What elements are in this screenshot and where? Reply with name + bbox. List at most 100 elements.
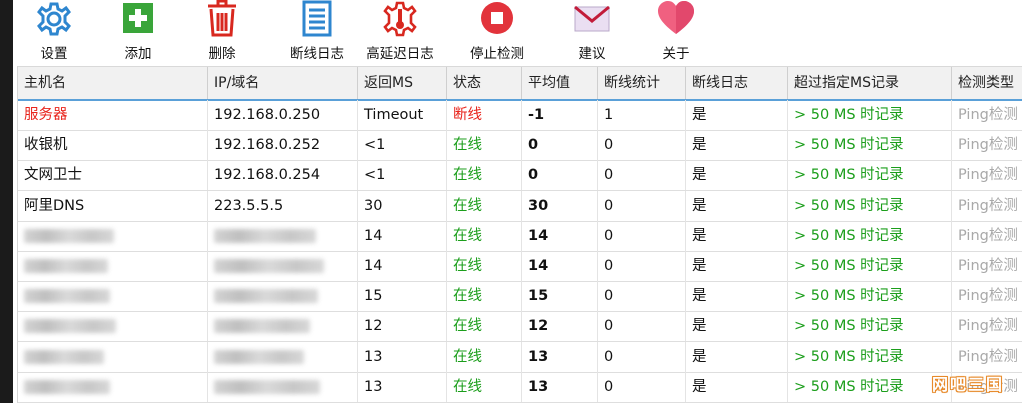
- log-document-icon: [297, 0, 337, 38]
- cell-ms: 15: [358, 281, 447, 312]
- high-latency-log-label: 高延迟日志: [366, 46, 434, 62]
- column-header-ms[interactable]: 返回MS: [358, 67, 447, 99]
- cell-drop-log: 是: [686, 281, 788, 312]
- cell-check-type: Ping检测: [952, 130, 1022, 160]
- suggestion-label: 建议: [578, 46, 606, 62]
- cell-over-threshold: > 50 MS 时记录: [788, 371, 952, 402]
- cell-average: 14: [522, 251, 598, 281]
- cell-ms: <1: [358, 160, 447, 191]
- cell-ip: [208, 220, 358, 251]
- high-latency-log-button[interactable]: 高延迟日志: [358, 0, 442, 64]
- host-monitor-table: 主机名 IP/域名 返回MS 状态 平均值 断线统计 断线日志 超过指定MS记录…: [17, 66, 1022, 403]
- table-row[interactable]: 收银机 192.168.0.252 <1 在线 0 0 是 > 50 MS 时记录 Ping检测: [18, 130, 1022, 162]
- add-label: 添加: [124, 46, 152, 62]
- cell-average: 0: [522, 130, 598, 161]
- table-row[interactable]: 15 在线 15 0 是 > 50 MS 时记录 Ping检测: [18, 281, 1022, 313]
- cell-over-threshold: > 50 MS 时记录: [788, 311, 952, 342]
- table-row[interactable]: 12 在线 12 0 是 > 50 MS 时记录 Ping检测: [18, 311, 1022, 343]
- cell-status: 在线: [447, 251, 522, 281]
- cell-drop-count: 0: [598, 311, 686, 342]
- cell-status: 在线: [447, 311, 522, 342]
- cell-over-threshold: > 50 MS 时记录: [788, 100, 952, 130]
- cell-host: [18, 371, 208, 402]
- cell-ip: [208, 281, 358, 312]
- table-row[interactable]: 14 在线 14 0 是 > 50 MS 时记录 Ping检测: [18, 220, 1022, 252]
- redacted-blur: [24, 228, 114, 243]
- cell-drop-log: 是: [686, 190, 788, 221]
- cell-ms: 12: [358, 311, 447, 342]
- add-button[interactable]: 添加: [111, 0, 165, 64]
- plus-icon: [118, 0, 158, 38]
- cell-over-threshold: > 50 MS 时记录: [788, 130, 952, 161]
- table-row[interactable]: 文网卫士 192.168.0.254 <1 在线 0 0 是 > 50 MS 时记录 Ping检…: [18, 160, 1022, 192]
- table-header: 主机名 IP/域名 返回MS 状态 平均值 断线统计 断线日志 超过指定MS记录…: [18, 66, 1022, 101]
- stop-detection-label: 停止检测: [470, 46, 524, 62]
- column-header-drop-count[interactable]: 断线统计: [598, 67, 686, 99]
- settings-button[interactable]: 设置: [27, 0, 81, 64]
- stop-icon: [477, 0, 517, 38]
- suggestion-button[interactable]: 建议: [565, 0, 619, 64]
- cell-host: [18, 251, 208, 281]
- watermark-text: 网吧三国: [931, 375, 1004, 394]
- cell-over-threshold: > 50 MS 时记录: [788, 251, 952, 281]
- redacted-blur: [24, 319, 116, 334]
- cell-ms: 30: [358, 190, 447, 221]
- redacted-blur: [214, 319, 310, 334]
- cell-average: 12: [522, 311, 598, 342]
- cell-over-threshold: > 50 MS 时记录: [788, 281, 952, 312]
- cell-check-type: Ping检测: [952, 311, 1022, 341]
- delete-button[interactable]: 删除: [195, 0, 249, 64]
- column-header-status[interactable]: 状态: [447, 67, 522, 99]
- cell-over-threshold: > 50 MS 时记录: [788, 190, 952, 221]
- heart-icon: [656, 0, 696, 38]
- disconnect-log-button[interactable]: 断线日志: [281, 0, 353, 64]
- table-row[interactable]: 服务器 192.168.0.250 Timeout 断线 -1 1 是 > 50 MS 时记录…: [18, 100, 1022, 131]
- cell-drop-count: 0: [598, 130, 686, 161]
- cell-ms: Timeout: [358, 100, 447, 130]
- cell-ip: [208, 371, 358, 402]
- table-row[interactable]: 13 在线 13 0 是 > 50 MS 时记录 Ping检测: [18, 341, 1022, 373]
- cell-drop-log: 是: [686, 251, 788, 281]
- cell-average: -1: [522, 100, 598, 130]
- column-header-host[interactable]: 主机名: [18, 67, 208, 99]
- table-row[interactable]: 14 在线 14 0 是 > 50 MS 时记录 Ping检测: [18, 251, 1022, 282]
- cell-drop-log: 是: [686, 371, 788, 402]
- column-header-average[interactable]: 平均值: [522, 67, 598, 99]
- cell-drop-count: 0: [598, 220, 686, 251]
- cell-ip: [208, 341, 358, 372]
- column-header-check-type[interactable]: 检测类型: [952, 67, 1022, 99]
- cell-host: [18, 311, 208, 342]
- cell-ip: 223.5.5.5: [208, 190, 358, 221]
- cell-ip: 192.168.0.254: [208, 160, 358, 191]
- cell-drop-count: 1: [598, 100, 686, 130]
- trash-icon: [202, 0, 242, 38]
- cell-drop-log: 是: [686, 160, 788, 191]
- toolbar: 设置 添加 删除 断线日志 高延迟日志 停止检测 建议 关于: [13, 0, 1022, 66]
- cell-status: 在线: [447, 281, 522, 312]
- gear-icon: [34, 0, 74, 38]
- cell-ms: <1: [358, 130, 447, 161]
- column-header-ip[interactable]: IP/域名: [208, 67, 358, 99]
- redacted-blur: [214, 379, 320, 394]
- cell-status: 在线: [447, 130, 522, 161]
- cell-drop-log: 是: [686, 311, 788, 342]
- cell-average: 15: [522, 281, 598, 312]
- cell-average: 13: [522, 341, 598, 372]
- delete-label: 删除: [208, 46, 236, 62]
- table-row[interactable]: 13 在线 13 0 是 > 50 MS 时记录 Ping检测: [18, 371, 1022, 403]
- cell-drop-count: 0: [598, 341, 686, 372]
- column-header-over-threshold[interactable]: 超过指定MS记录: [788, 67, 952, 99]
- about-button[interactable]: 关于: [649, 0, 703, 64]
- cell-drop-count: 0: [598, 371, 686, 402]
- column-header-drop-log[interactable]: 断线日志: [686, 67, 788, 99]
- cell-ms: 14: [358, 251, 447, 281]
- cell-status: 断线: [447, 100, 522, 130]
- stop-detection-button[interactable]: 停止检测: [457, 0, 537, 64]
- cell-ip: [208, 251, 358, 281]
- cell-ms: 13: [358, 371, 447, 402]
- table-row[interactable]: 阿里DNS 223.5.5.5 30 在线 30 0 是 > 50 MS 时记录 Ping检测: [18, 190, 1022, 222]
- window-left-edge: [0, 0, 13, 403]
- cell-host: 文网卫士: [18, 160, 208, 191]
- cell-host: [18, 341, 208, 372]
- cell-ip: [208, 311, 358, 342]
